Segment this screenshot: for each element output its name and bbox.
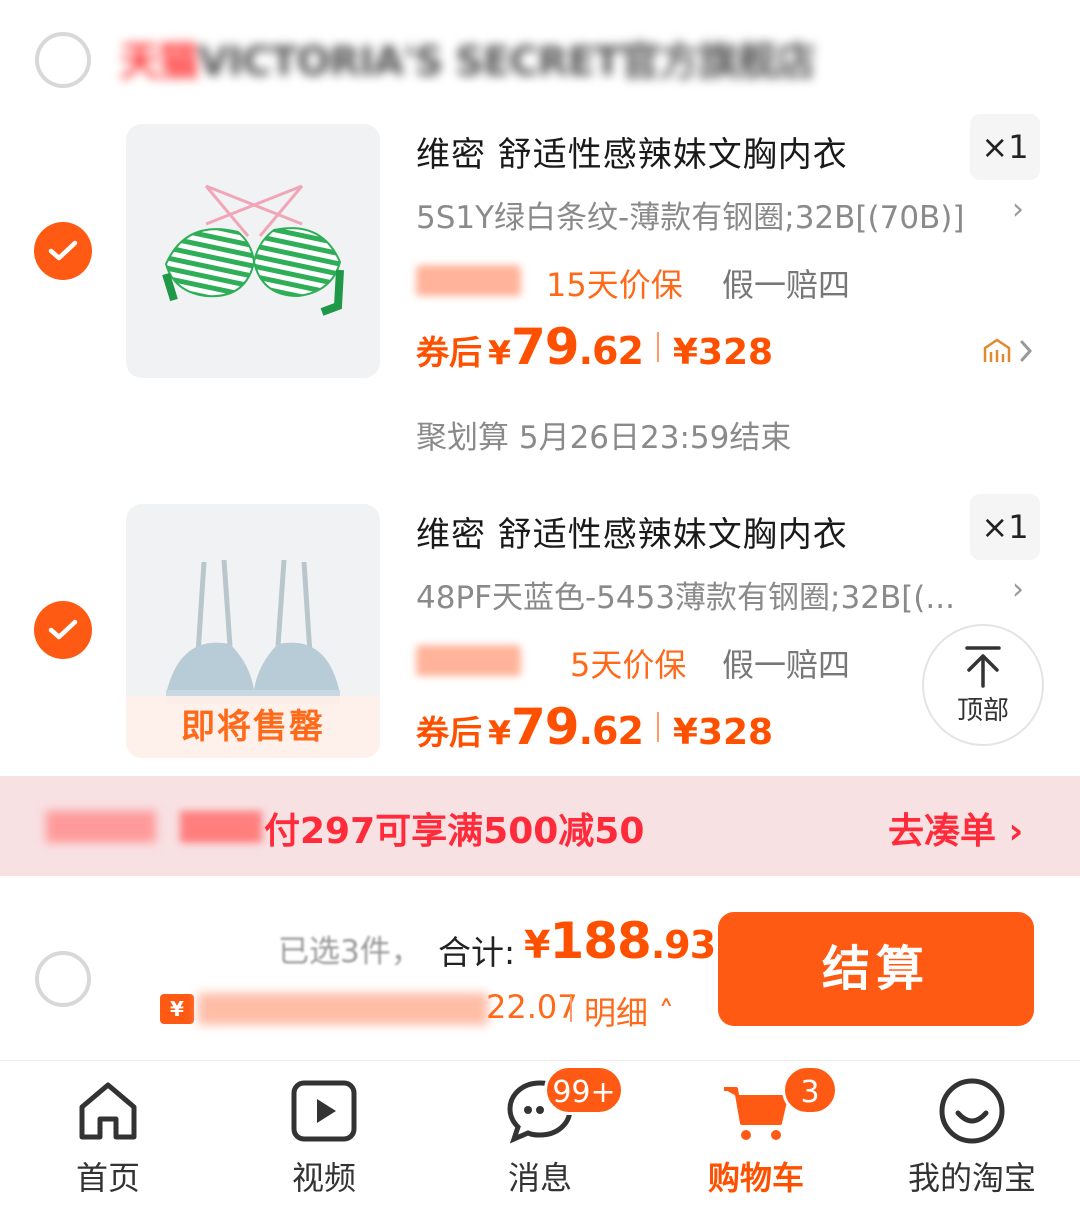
item-1-promo: 聚划算 5月26日23:59结束 bbox=[416, 420, 792, 456]
total-decimal: .93 bbox=[650, 923, 716, 967]
item-2-price: 券后 ¥ 79.62 ¥328 bbox=[416, 698, 773, 756]
tab-cart[interactable]: 3 购物车 bbox=[648, 1061, 864, 1205]
promo-blurred-text bbox=[180, 812, 262, 844]
tab-video-label: 视频 bbox=[291, 1159, 356, 1197]
item-2-price-protect-tag: 5天价保 bbox=[570, 646, 687, 684]
shop-name-text: VICTORIA'S SECRET官方旗舰店 bbox=[198, 39, 816, 85]
detail-label: 明细 bbox=[584, 994, 649, 1032]
arrow-up-icon bbox=[965, 645, 1001, 688]
messages-badge: 99+ bbox=[544, 1065, 624, 1115]
tab-home[interactable]: 首页 bbox=[0, 1061, 216, 1205]
detail-toggle[interactable]: 明细 ˄ bbox=[584, 988, 674, 1034]
shop-name-prefix: 天猫 bbox=[120, 39, 199, 85]
add-more-label: 去凑单 bbox=[888, 811, 997, 852]
total-price: ¥188.93 bbox=[524, 912, 716, 970]
item-2-blurred-tag bbox=[416, 646, 521, 676]
cart-icon bbox=[724, 1087, 788, 1140]
detail-divider bbox=[570, 996, 572, 1022]
tab-video[interactable]: 视频 bbox=[216, 1061, 432, 1205]
selected-count: 已选3件， bbox=[278, 934, 422, 970]
tab-profile-label: 我的淘宝 bbox=[907, 1159, 1036, 1197]
back-to-top-label: 顶部 bbox=[956, 695, 1009, 726]
item-1-price-protect-tag: 15天价保 bbox=[546, 266, 683, 304]
chevron-right-icon: › bbox=[996, 811, 1024, 852]
chevron-right-icon[interactable]: › bbox=[1012, 572, 1024, 607]
item-2-fake-compensate-tag: 假一赔四 bbox=[722, 646, 851, 684]
item-2-checkbox[interactable] bbox=[34, 601, 92, 659]
price-integer: 79 bbox=[510, 698, 580, 756]
tab-home-label: 首页 bbox=[75, 1159, 140, 1197]
item-1-fake-compensate-tag: 假一赔四 bbox=[722, 266, 851, 304]
back-to-top-button[interactable]: 顶部 bbox=[922, 624, 1044, 746]
tab-messages[interactable]: 99+ 消息 bbox=[432, 1061, 648, 1205]
total-integer: 188 bbox=[549, 912, 651, 970]
item-2-title[interactable]: 维密 舒适性感辣妹文胸内衣 bbox=[416, 507, 848, 556]
checkmark-icon bbox=[48, 240, 78, 261]
promo-blurred-text bbox=[46, 812, 156, 844]
tab-messages-label: 消息 bbox=[507, 1159, 572, 1197]
price-integer: 79 bbox=[510, 318, 580, 376]
home-icon bbox=[79, 1082, 137, 1140]
promo-bar[interactable]: 付297可享满500减50 去凑单 › bbox=[0, 776, 1080, 876]
item-1-price: 券后 ¥ 79.62 ¥328 bbox=[416, 318, 773, 376]
add-more-link[interactable]: 去凑单 › bbox=[888, 802, 1023, 854]
profile-icon bbox=[939, 1078, 1005, 1144]
soldout-label: 即将售罄 bbox=[126, 696, 380, 758]
chevron-right-icon[interactable]: › bbox=[1012, 192, 1024, 227]
green-striped-bra-image bbox=[162, 184, 344, 316]
checkout-button[interactable]: 结算 bbox=[718, 912, 1034, 1026]
chevron-up-icon: ˄ bbox=[648, 994, 675, 1032]
item-1-quantity[interactable]: ×1 bbox=[970, 114, 1040, 180]
select-all-radio[interactable] bbox=[35, 951, 91, 1007]
shop-name[interactable]: 天猫VICTORIA'S SECRET官方旗舰店 bbox=[120, 39, 816, 85]
price-decimal: .62 bbox=[578, 709, 644, 753]
item-1-image[interactable] bbox=[126, 124, 380, 378]
price-original: ¥328 bbox=[672, 712, 774, 753]
discount-badge: ¥ bbox=[160, 994, 194, 1024]
price-decimal: .62 bbox=[578, 329, 644, 373]
item-2-quantity[interactable]: ×1 bbox=[970, 494, 1040, 560]
price-prefix: 券后 bbox=[416, 333, 482, 372]
total-currency: ¥ bbox=[524, 923, 550, 967]
discount-blurred-text bbox=[198, 994, 488, 1026]
promo-text: 付297可享满500减50 bbox=[264, 811, 645, 852]
price-trend-icon[interactable] bbox=[982, 336, 1038, 366]
price-divider bbox=[656, 332, 659, 362]
tab-cart-label: 购物车 bbox=[707, 1159, 804, 1197]
item-1-blurred-tag bbox=[416, 266, 521, 296]
price-divider bbox=[656, 712, 659, 742]
shop-select-radio[interactable] bbox=[35, 32, 91, 88]
cart-badge: 3 bbox=[782, 1065, 838, 1115]
item-1-checkbox[interactable] bbox=[34, 222, 92, 280]
item-2-sku[interactable]: 48PF天蓝色-5453薄款有钢圈;32B[(... bbox=[416, 572, 955, 617]
discount-value: 22.07 bbox=[486, 988, 578, 1026]
total-label: 合计: bbox=[438, 933, 516, 972]
item-1-sku[interactable]: 5S1Y绿白条纹-薄款有钢圈;32B[(70B)] bbox=[416, 192, 965, 237]
price-prefix: 券后 bbox=[416, 713, 482, 752]
price-currency: ¥ bbox=[488, 713, 511, 752]
price-original: ¥328 bbox=[672, 332, 774, 373]
item-2-image[interactable]: 即将售罄 bbox=[126, 504, 380, 758]
item-1-title[interactable]: 维密 舒适性感辣妹文胸内衣 bbox=[416, 127, 848, 176]
bottom-tab-bar: 首页 视频 99+ 消息 3 购物车 我的淘宝 bbox=[0, 1060, 1080, 1205]
tab-profile[interactable]: 我的淘宝 bbox=[864, 1061, 1080, 1205]
video-icon bbox=[291, 1080, 357, 1142]
checkmark-icon bbox=[48, 619, 78, 640]
price-currency: ¥ bbox=[488, 333, 511, 372]
